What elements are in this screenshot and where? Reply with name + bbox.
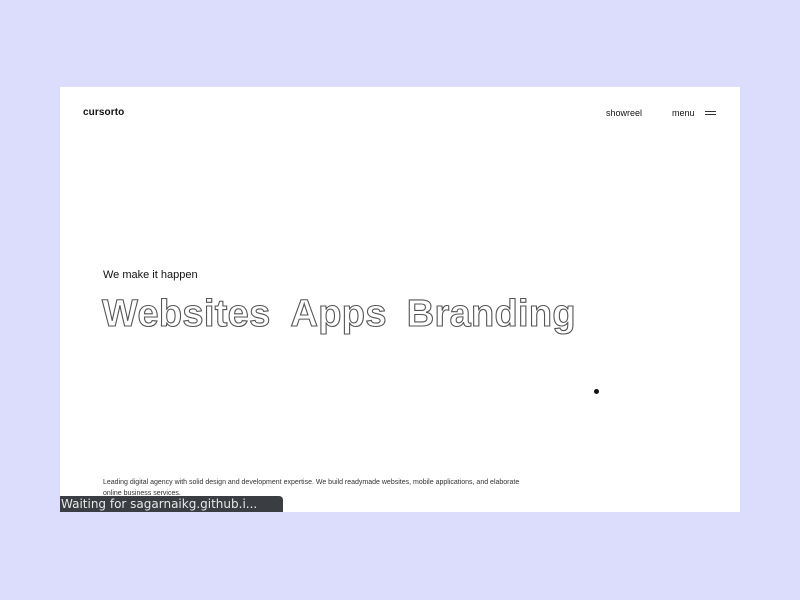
services-heading: Websites Apps Branding <box>101 290 576 338</box>
hamburger-line <box>705 111 716 112</box>
website-page: cursorto showreel menu We make it happen… <box>60 87 740 512</box>
service-apps: Apps <box>290 292 387 335</box>
service-branding: Branding <box>406 292 576 335</box>
showreel-link[interactable]: showreel <box>606 108 642 118</box>
site-logo[interactable]: cursorto <box>83 107 124 118</box>
service-websites: Websites <box>101 292 271 335</box>
hamburger-icon[interactable] <box>705 110 716 116</box>
menu-link[interactable]: menu <box>672 108 695 118</box>
hero-tagline: We make it happen <box>103 269 198 281</box>
browser-status-bar: Waiting for sagarnaikg.github.i... <box>60 496 283 512</box>
hamburger-line <box>705 114 716 115</box>
custom-cursor-dot <box>594 389 599 394</box>
status-text: Waiting for sagarnaikg.github.i... <box>61 497 258 511</box>
